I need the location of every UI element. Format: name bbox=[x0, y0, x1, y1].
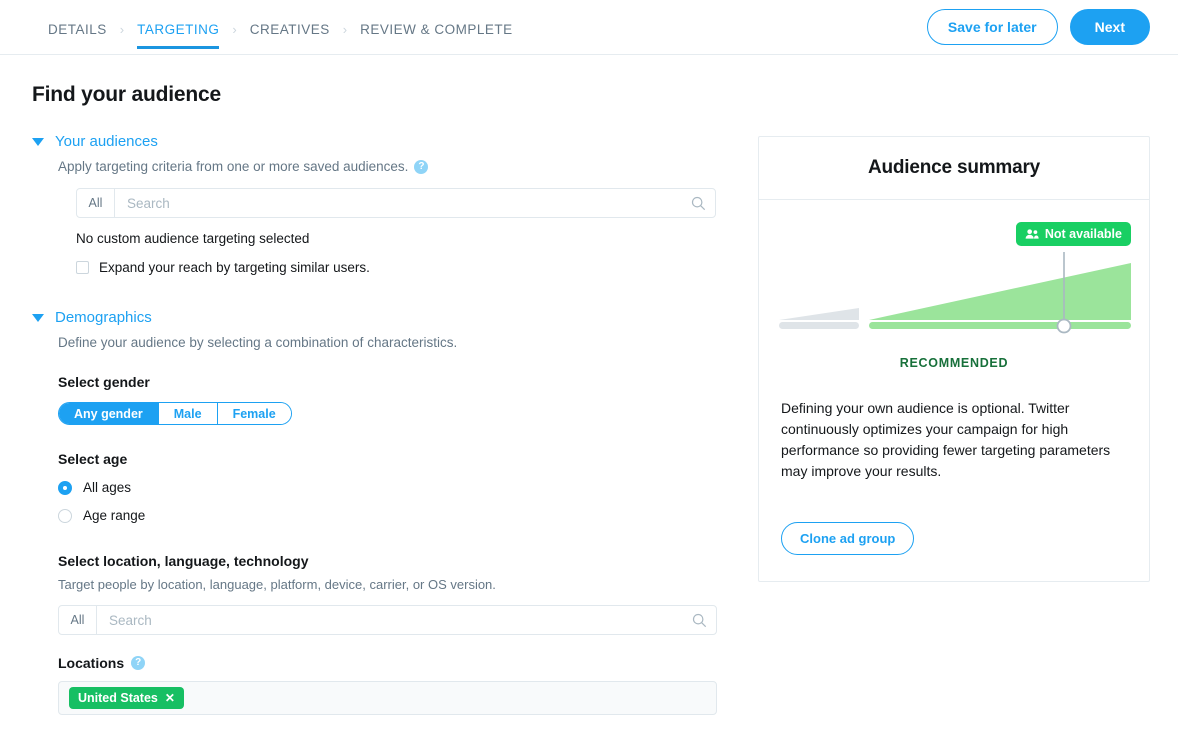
breadcrumb-separator-icon: › bbox=[342, 22, 348, 37]
breadcrumb-separator-icon: › bbox=[119, 22, 125, 37]
expand-reach-checkbox[interactable] bbox=[76, 261, 89, 274]
age-option-all-ages-row[interactable]: All ages bbox=[58, 480, 732, 495]
demographics-header[interactable]: Demographics bbox=[32, 309, 732, 326]
people-icon bbox=[1025, 229, 1039, 239]
expand-reach-checkbox-row[interactable]: Expand your reach by targeting similar u… bbox=[76, 260, 732, 275]
demographics-description: Define your audience by selecting a comb… bbox=[58, 335, 458, 350]
age-option-age-range-row[interactable]: Age range bbox=[58, 508, 732, 523]
gender-segmented-control: Any gender Male Female bbox=[58, 402, 292, 425]
gender-option-male[interactable]: Male bbox=[158, 403, 218, 424]
your-audiences-header[interactable]: Your audiences bbox=[32, 133, 732, 150]
save-for-later-button[interactable]: Save for later bbox=[926, 9, 1058, 45]
breadcrumb: DETAILS › TARGETING › CREATIVES › REVIEW… bbox=[48, 22, 513, 49]
top-action-buttons: Save for later Next bbox=[926, 9, 1150, 45]
section-demographics: Demographics Define your audience by sel… bbox=[32, 309, 732, 715]
age-option-all-ages-label: All ages bbox=[83, 480, 132, 495]
location-search-input[interactable] bbox=[97, 606, 682, 634]
help-icon[interactable]: ? bbox=[131, 656, 146, 670]
select-age-label: Select age bbox=[58, 451, 128, 467]
gender-option-any[interactable]: Any gender bbox=[59, 403, 159, 424]
breadcrumb-step-review-complete[interactable]: REVIEW & COMPLETE bbox=[360, 22, 513, 49]
radio-all-ages[interactable] bbox=[58, 480, 72, 495]
select-location-description: Target people by location, language, pla… bbox=[58, 577, 496, 592]
location-searchbox[interactable]: All bbox=[58, 605, 717, 635]
audience-summary-description: Defining your own audience is optional. … bbox=[781, 400, 1111, 479]
page-content: Find your audience Your audiences Apply … bbox=[0, 55, 1178, 732]
location-search-scope-all[interactable]: All bbox=[59, 606, 97, 634]
select-location-label: Select location, language, technology bbox=[58, 553, 309, 569]
next-button[interactable]: Next bbox=[1069, 9, 1150, 45]
audience-summary-card: Audience summary Not available RECOMMEND… bbox=[758, 136, 1150, 582]
audience-summary-actions: Clone ad group bbox=[759, 482, 1149, 581]
section-your-audiences: Your audiences Apply targeting criteria … bbox=[32, 133, 732, 275]
demographics-title: Demographics bbox=[55, 309, 152, 326]
audience-summary-panel: Audience summary Not available RECOMMEND… bbox=[758, 136, 1150, 582]
select-gender-label: Select gender bbox=[58, 374, 150, 390]
chevron-down-icon bbox=[32, 314, 44, 322]
expand-reach-label: Expand your reach by targeting similar u… bbox=[99, 260, 370, 275]
recommended-label: RECOMMENDED bbox=[899, 356, 1009, 370]
search-icon[interactable] bbox=[682, 606, 716, 634]
top-navigation-bar: DETAILS › TARGETING › CREATIVES › REVIEW… bbox=[0, 0, 1178, 55]
status-badge: Not available bbox=[1015, 222, 1131, 246]
location-search-container: All bbox=[58, 605, 717, 635]
gender-option-female[interactable]: Female bbox=[217, 403, 291, 424]
audience-summary-header: Audience summary bbox=[759, 137, 1149, 200]
no-custom-audience-note: No custom audience targeting selected bbox=[76, 231, 310, 246]
targeting-form: Find your audience Your audiences Apply … bbox=[32, 55, 732, 715]
audience-search-container: All bbox=[76, 188, 716, 218]
location-tag-united-states: United States ✕ bbox=[69, 687, 184, 709]
locations-tag-container[interactable]: United States ✕ bbox=[58, 681, 717, 715]
close-icon[interactable]: ✕ bbox=[165, 691, 175, 705]
locations-label: Locations bbox=[58, 655, 125, 671]
your-audiences-description-row: Apply targeting criteria from one or mor… bbox=[58, 159, 732, 174]
search-icon[interactable] bbox=[681, 189, 715, 217]
status-badge-label: Not available bbox=[1044, 227, 1122, 241]
audience-size-gauge: Not available bbox=[759, 200, 1149, 352]
your-audiences-title: Your audiences bbox=[55, 133, 158, 150]
your-audiences-description: Apply targeting criteria from one or mor… bbox=[58, 159, 409, 174]
help-icon[interactable]: ? bbox=[414, 159, 429, 174]
page-title: Find your audience bbox=[32, 83, 221, 106]
location-tag-label: United States bbox=[78, 691, 158, 705]
breadcrumb-step-details[interactable]: DETAILS bbox=[48, 22, 107, 49]
clone-ad-group-button[interactable]: Clone ad group bbox=[781, 522, 915, 555]
audience-search-input[interactable] bbox=[115, 189, 681, 217]
demographics-body: Select gender Any gender Male Female Sel… bbox=[58, 374, 732, 715]
breadcrumb-separator-icon: › bbox=[232, 22, 237, 37]
chevron-down-icon bbox=[32, 138, 44, 146]
audience-summary-title: Audience summary bbox=[867, 157, 1041, 178]
locations-label-row: Locations ? bbox=[58, 655, 732, 671]
breadcrumb-step-targeting[interactable]: TARGETING bbox=[137, 22, 220, 49]
audience-searchbox[interactable]: All bbox=[76, 188, 716, 218]
age-option-age-range-label: Age range bbox=[83, 508, 146, 523]
radio-age-range[interactable] bbox=[58, 508, 72, 523]
audience-summary-body: Not available RECOMMENDED Defining your … bbox=[759, 200, 1149, 581]
breadcrumb-step-creatives[interactable]: CREATIVES bbox=[250, 22, 330, 49]
audience-search-scope-all[interactable]: All bbox=[77, 189, 115, 217]
